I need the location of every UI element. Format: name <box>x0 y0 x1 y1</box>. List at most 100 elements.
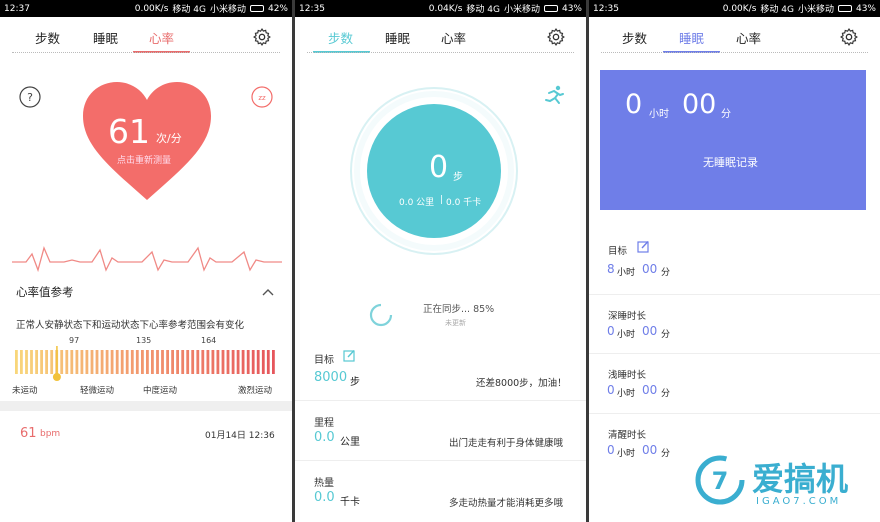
tab-heart-rate[interactable]: 心率 <box>149 28 174 47</box>
sleep-summary-card[interactable]: 0 小时 00 分 无睡眠记录 <box>600 70 866 210</box>
awake-hours-unit: 小时 <box>617 449 636 459</box>
help-icon[interactable]: ? <box>19 86 41 108</box>
distance-row-value: 0.0 <box>314 430 335 445</box>
gauge-bar <box>261 350 265 374</box>
light-sleep-hours-unit: 小时 <box>617 389 636 399</box>
goal-value: 8000 <box>314 370 348 385</box>
awake-minutes: 00 <box>642 443 658 457</box>
zone-moderate: 中度运动 <box>143 386 178 396</box>
tab-steps[interactable]: 步数 <box>328 28 353 47</box>
gauge-bar <box>70 350 74 374</box>
light-sleep-minutes-unit: 分 <box>661 389 671 399</box>
edit-icon[interactable] <box>343 349 356 362</box>
calories-unit: 千卡 <box>340 497 360 508</box>
sleep-icon[interactable]: zz <box>251 86 273 108</box>
gauge-bar <box>50 350 54 374</box>
gauge-bar <box>100 350 104 374</box>
remeasure-hint[interactable]: 点击重新测量 <box>117 153 171 166</box>
sleep-goal-minutes-unit: 分 <box>661 268 671 278</box>
tab-steps[interactable]: 步数 <box>35 28 60 47</box>
divider <box>12 52 280 53</box>
deep-sleep-row[interactable]: 深睡时长 0 小时 00 分 <box>589 295 880 354</box>
gauge-bar <box>196 350 200 374</box>
record-row[interactable]: 61 bpm 01月14日 12:36 <box>0 411 292 461</box>
goal-row[interactable]: 目标 8000 步 还差8000步，加油！ <box>295 342 586 401</box>
watermark-site: IGAO7.COM <box>756 496 842 507</box>
gauge-bar <box>171 350 174 374</box>
gauge-bar <box>146 350 149 374</box>
gauge-bar <box>266 350 270 374</box>
gauge-bar <box>236 350 240 374</box>
tick-97: 97 <box>69 336 80 345</box>
status-speed: 0.00K/s <box>722 3 757 14</box>
gauge-bar <box>186 350 190 374</box>
status-speed: 0.04K/s <box>428 3 463 14</box>
gauge-bar <box>40 350 43 374</box>
calories-value: 0.0 千卡 <box>446 198 482 208</box>
gauge-bar <box>45 350 48 374</box>
status-bar: 12:35 0.04K/s 移动 4G 小米移动 43% <box>295 0 586 17</box>
gauge-bar <box>85 350 89 374</box>
status-carrier2: 小米移动 <box>797 5 834 15</box>
status-bar: 12:35 0.00K/s 移动 4G 小米移动 43% <box>589 0 880 17</box>
sleep-minutes-unit: 分 <box>721 109 731 120</box>
gauge-bar <box>130 350 134 374</box>
tab-bar: 步数 睡眠 心率 <box>0 17 292 53</box>
gauge-marker-dot <box>52 373 61 381</box>
tab-heart-rate[interactable]: 心率 <box>736 28 761 47</box>
status-carrier: 移动 4G <box>760 5 794 15</box>
tab-steps[interactable]: 步数 <box>622 28 647 47</box>
sleep-goal-minutes: 00 <box>642 262 658 276</box>
light-sleep-hours: 0 <box>607 383 615 397</box>
calories-label: 热量 <box>314 478 334 489</box>
gauge-bar <box>110 350 114 374</box>
running-icon[interactable] <box>543 85 565 105</box>
gauge-bar <box>35 350 38 374</box>
goal-label: 目标 <box>314 355 334 366</box>
chevron-up-icon[interactable] <box>262 288 274 296</box>
gear-icon[interactable] <box>839 27 859 47</box>
sleep-goal-label: 目标 <box>608 246 628 257</box>
distance-label: 里程 <box>314 418 334 429</box>
zone-rest: 未运动 <box>12 386 38 396</box>
tab-sleep[interactable]: 睡眠 <box>93 28 118 47</box>
tab-heart-rate[interactable]: 心率 <box>441 28 466 47</box>
gauge-bar <box>60 350 64 374</box>
gauge-bar <box>30 350 33 374</box>
calories-row[interactable]: 热量 0.0 千卡 多走动热量才能消耗更多哦 <box>295 462 586 522</box>
sleep-goal-row[interactable]: 目标 8 小时 00 分 <box>589 233 880 295</box>
gauge-bar <box>221 350 225 374</box>
sleep-goal-hours-unit: 小时 <box>617 268 636 278</box>
calories-note: 多走动热量才能消耗更多哦 <box>449 498 564 509</box>
gear-icon[interactable] <box>252 27 272 47</box>
tick-164: 164 <box>201 336 217 345</box>
gauge-bar <box>176 350 179 374</box>
light-sleep-row[interactable]: 浅睡时长 0 小时 00 分 <box>589 354 880 414</box>
gauge-bar <box>156 350 159 374</box>
gauge-bar <box>20 350 23 374</box>
tab-sleep[interactable]: 睡眠 <box>679 28 704 47</box>
record-unit: bpm <box>40 429 61 439</box>
status-speed: 0.00K/s <box>134 3 169 14</box>
gauge-bar <box>206 350 210 374</box>
deep-sleep-label: 深睡时长 <box>608 311 647 322</box>
gauge-bar <box>166 350 169 374</box>
record-value: 61 <box>20 426 37 441</box>
status-battery: 42% <box>267 3 288 14</box>
steps-value: 0 <box>429 150 449 185</box>
watermark-logo: 7 爱搞机 IGAO7.COM <box>694 452 874 514</box>
edit-icon[interactable] <box>637 240 650 253</box>
goal-note: 还差8000步，加油！ <box>476 378 567 389</box>
no-sleep-record: 无睡眠记录 <box>703 156 758 169</box>
sync-status: 正在同步... 85% <box>423 304 495 315</box>
calories-row-value: 0.0 <box>314 490 335 505</box>
tab-bar: 步数 睡眠 心率 <box>589 17 880 53</box>
ref-description: 正常人安静状态下和运动状态下心率参考范围会有变化 <box>16 320 245 331</box>
record-time: 01月14日 12:36 <box>205 431 275 441</box>
sync-sub: 未更新 <box>445 319 466 327</box>
distance-row[interactable]: 里程 0.0 公里 出门走走有利于身体健康哦 <box>295 402 586 461</box>
gauge-bar <box>15 350 18 374</box>
gear-icon[interactable] <box>546 27 566 47</box>
gauge-bar <box>75 350 79 374</box>
tab-sleep[interactable]: 睡眠 <box>385 28 410 47</box>
